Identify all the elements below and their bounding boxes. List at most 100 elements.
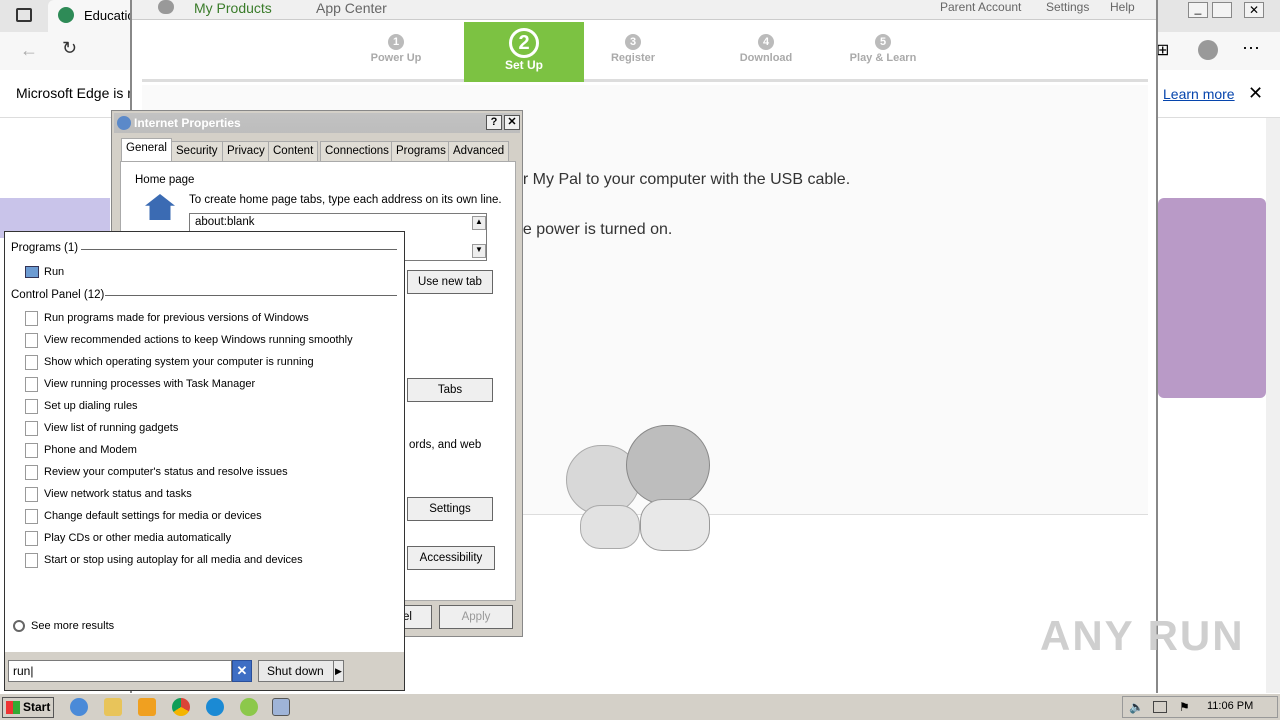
minimize-icon[interactable]: _: [1188, 2, 1208, 18]
shutdown-arrow-icon[interactable]: ▶: [333, 661, 343, 681]
result-label: Run programs made for previous versions …: [44, 312, 309, 324]
control-panel-header: Control Panel (12): [11, 289, 105, 301]
browser-tab[interactable]: Educatio: [48, 0, 138, 32]
result-label: Run: [44, 266, 65, 278]
media-player-icon[interactable]: [138, 698, 156, 716]
refresh-icon[interactable]: ↻: [62, 38, 77, 59]
see-more-results[interactable]: See more results: [13, 615, 114, 637]
chrome-icon[interactable]: [172, 698, 190, 716]
tab-connections[interactable]: Connections: [320, 141, 394, 161]
learn-more-link[interactable]: Learn more: [1163, 86, 1235, 102]
tabs-button[interactable]: Tabs: [407, 378, 493, 402]
dialog-titlebar: Internet Properties ? ✕: [114, 113, 520, 133]
result-label: View recommended actions to keep Windows…: [44, 334, 353, 346]
dialog-close-icon[interactable]: ✕: [504, 115, 520, 130]
tab-favicon-icon: [58, 7, 74, 23]
taskbar: Start 🔈 ⚑ 11:06 PM: [0, 693, 1280, 720]
result-label: Set up dialing rules: [44, 400, 138, 412]
step-play-learn: 5 Play & Learn: [849, 34, 917, 64]
control-panel-item-icon: [25, 420, 38, 436]
apply-button[interactable]: Apply: [439, 605, 513, 629]
control-panel-item-icon: [25, 530, 38, 546]
back-icon[interactable]: ←: [20, 40, 38, 61]
more-menu-icon[interactable]: ⋯: [1242, 38, 1260, 59]
start-menu: Programs (1) Run Control Panel (12) Run …: [4, 231, 405, 691]
control-panel-result[interactable]: Run programs made for previous versions …: [25, 307, 309, 329]
house-icon: [145, 194, 175, 220]
app-logo-icon: [158, 0, 174, 14]
step-register: 3 Register: [610, 34, 656, 64]
clear-search-icon[interactable]: ✕: [232, 660, 252, 682]
result-label: Review your computer's status and resolv…: [44, 466, 288, 478]
start-button[interactable]: Start: [2, 697, 54, 718]
settings-button[interactable]: Settings: [407, 497, 493, 521]
info-close-icon[interactable]: ✕: [1248, 83, 1263, 104]
windows-logo-icon: [6, 701, 20, 714]
result-label: Change default settings for media or dev…: [44, 510, 262, 522]
run-icon: [25, 266, 39, 278]
control-panel-result[interactable]: View recommended actions to keep Windows…: [25, 329, 353, 351]
scroll-up-icon[interactable]: ▲: [472, 216, 486, 230]
close-icon[interactable]: ✕: [1244, 2, 1264, 18]
control-panel-result[interactable]: Start or stop using autoplay for all med…: [25, 549, 303, 571]
tab-app-center[interactable]: App Center: [316, 0, 387, 20]
control-panel-item-icon: [25, 310, 38, 326]
internet-properties-taskbar-icon[interactable]: [272, 698, 290, 716]
tab-advanced[interactable]: Advanced: [448, 141, 510, 161]
result-label: Play CDs or other media automatically: [44, 532, 232, 544]
shutdown-button[interactable]: Shut down ▶: [258, 660, 344, 682]
step-download: 4 Download: [739, 34, 793, 64]
volume-icon[interactable]: 🔈: [1129, 700, 1144, 714]
profile-avatar[interactable]: [1198, 40, 1218, 60]
page-scrollbar[interactable]: [1266, 118, 1280, 693]
programs-divider: [81, 249, 397, 250]
flag-icon[interactable]: ⚑: [1179, 700, 1190, 714]
result-label: Phone and Modem: [44, 444, 137, 456]
help-icon[interactable]: ?: [486, 115, 502, 130]
help-link[interactable]: Help: [1110, 0, 1135, 20]
start-label: Start: [23, 700, 51, 714]
parent-account-link[interactable]: Parent Account: [940, 0, 1021, 20]
tab-actions-icon[interactable]: [16, 8, 32, 22]
watermark: ANY RUN: [1040, 612, 1245, 659]
cancel-button[interactable]: el: [402, 605, 432, 629]
control-panel-result[interactable]: Review your computer's status and resolv…: [25, 461, 288, 483]
collections-icon[interactable]: ⊞: [1156, 40, 1169, 60]
control-panel-result[interactable]: Show which operating system your compute…: [25, 351, 314, 373]
ie-icon[interactable]: [70, 698, 88, 716]
leapfrog-icon[interactable]: [240, 698, 258, 716]
tab-my-products[interactable]: My Products: [194, 0, 272, 20]
accessibility-button[interactable]: Accessibility: [407, 546, 495, 570]
restore-icon[interactable]: [1212, 2, 1232, 18]
control-panel-result[interactable]: View list of running gadgets: [25, 417, 178, 439]
result-label: View list of running gadgets: [44, 422, 179, 434]
result-run[interactable]: Run: [25, 261, 64, 283]
instruction-line-2: he power is turned on.: [514, 221, 673, 238]
control-panel-result[interactable]: Set up dialing rules: [25, 395, 138, 417]
tab-content[interactable]: Content: [268, 141, 319, 161]
control-panel-result[interactable]: Change default settings for media or dev…: [25, 505, 262, 527]
home-url-value: about:blank: [195, 216, 255, 228]
tab-security[interactable]: Security: [171, 141, 223, 161]
tab-programs[interactable]: Programs: [391, 141, 451, 161]
control-panel-result[interactable]: View network status and tasks: [25, 483, 192, 505]
tab-privacy[interactable]: Privacy: [222, 141, 270, 161]
search-input[interactable]: run|: [8, 660, 232, 682]
settings-link[interactable]: Settings: [1046, 0, 1089, 20]
control-panel-result[interactable]: View running processes with Task Manager: [25, 373, 255, 395]
control-panel-result[interactable]: Play CDs or other media automatically: [25, 527, 231, 549]
control-panel-result[interactable]: Phone and Modem: [25, 439, 137, 461]
edge-icon[interactable]: [206, 698, 224, 716]
explorer-folder-icon[interactable]: [104, 698, 122, 716]
control-panel-item-icon: [25, 354, 38, 370]
home-page-desc: To create home page tabs, type each addr…: [189, 194, 502, 206]
network-icon[interactable]: [1153, 701, 1167, 713]
page-art-right: [1158, 198, 1266, 398]
magnifier-icon: [13, 620, 25, 632]
tab-general[interactable]: General: [121, 138, 172, 162]
history-text: ords, and web: [409, 439, 482, 451]
instruction-line-1: ur My Pal to your computer with the USB …: [514, 171, 851, 188]
use-new-tab-button[interactable]: Use new tab: [407, 270, 493, 294]
scroll-down-icon[interactable]: ▼: [472, 244, 486, 258]
shutdown-label: Shut down: [267, 664, 324, 678]
